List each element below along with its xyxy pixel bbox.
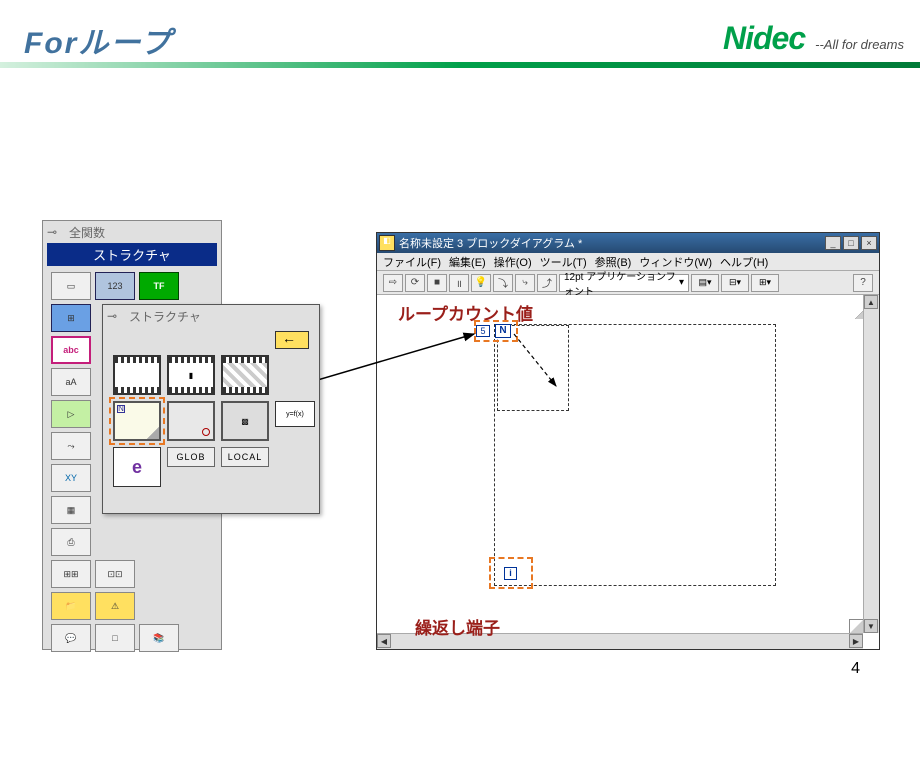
palette-item-timing[interactable]: ⤳ bbox=[51, 432, 91, 460]
palette-item-digital[interactable]: ⊡⊡ bbox=[95, 560, 135, 588]
palette-item-application[interactable]: ▦ bbox=[51, 496, 91, 524]
minimize-button[interactable]: _ bbox=[825, 236, 841, 250]
toolbar: ⇨ ⟳ ■ ॥ 💡 ⤵ ⤷ ⤴ 12pt アプリケーションフォント▾ ▤▾ ⊟▾… bbox=[377, 271, 879, 295]
pin-icon[interactable]: ⊸ bbox=[47, 225, 69, 239]
run-continuous-button[interactable]: ⟳ bbox=[405, 274, 425, 292]
help-button[interactable]: ? bbox=[853, 274, 873, 292]
step-out-button[interactable]: ⤴ bbox=[537, 274, 557, 292]
back-button[interactable] bbox=[275, 331, 309, 349]
scroll-up-button[interactable]: ▲ bbox=[864, 295, 878, 309]
brand-logo: Nidec --All for dreams bbox=[723, 20, 904, 57]
case-icon[interactable]: ▩ bbox=[221, 401, 269, 441]
while-loop-icon[interactable] bbox=[167, 401, 215, 441]
palette-item-string[interactable]: abc bbox=[51, 336, 91, 364]
vi-icon: ◧ bbox=[379, 235, 395, 251]
palette-item-structures[interactable]: ▭ bbox=[51, 272, 91, 300]
palette-item-warn[interactable]: ⚠ bbox=[95, 592, 135, 620]
stop-button[interactable]: ■ bbox=[427, 274, 447, 292]
palette-item-net[interactable]: ⊞⊞ bbox=[51, 560, 91, 588]
structures-subpalette[interactable]: ⊸ ストラクチャ ▮ N ▩ e GLOB LOCAL y=f(x) bbox=[102, 304, 320, 514]
pin-icon[interactable]: ⊸ bbox=[107, 309, 129, 323]
palette-empty bbox=[139, 528, 179, 556]
palette-item-io[interactable]: ⎙ bbox=[51, 528, 91, 556]
n-terminal[interactable]: N bbox=[495, 324, 511, 338]
scroll-down-button[interactable]: ▼ bbox=[864, 619, 878, 633]
flat-sequence-icon[interactable] bbox=[221, 355, 269, 395]
palette-empty bbox=[139, 592, 179, 620]
logo-text: Nidec bbox=[723, 20, 805, 57]
window-titlebar[interactable]: ◧ 名称未設定 3 ブロックダイアグラム * _ □ × bbox=[377, 233, 879, 253]
align-tool[interactable]: ▤▾ bbox=[691, 274, 719, 292]
local-button[interactable]: LOCAL bbox=[221, 447, 269, 467]
palette-item-blank[interactable]: □ bbox=[95, 624, 135, 652]
page-number: 4 bbox=[851, 660, 860, 678]
formula-node-icon[interactable]: y=f(x) bbox=[275, 401, 315, 427]
menu-help[interactable]: ヘルプ(H) bbox=[720, 254, 768, 270]
scroll-right-button[interactable]: ▶ bbox=[849, 634, 863, 648]
distribute-tool[interactable]: ⊟▾ bbox=[721, 274, 749, 292]
for-loop-icon[interactable]: N bbox=[113, 401, 161, 441]
stacked-sequence-icon[interactable]: ▮ bbox=[167, 355, 215, 395]
step-button[interactable]: ⤵ bbox=[493, 274, 513, 292]
subpalette-header-label: ストラクチャ bbox=[129, 308, 201, 325]
global-button[interactable]: GLOB bbox=[167, 447, 215, 467]
palette-empty bbox=[139, 560, 179, 588]
palette-item-numeric[interactable]: 123 bbox=[95, 272, 135, 300]
close-button[interactable]: × bbox=[861, 236, 877, 250]
palette-empty bbox=[95, 528, 135, 556]
palette-item-boolean[interactable]: TF bbox=[139, 272, 179, 300]
palette-item-library[interactable]: 📚 bbox=[139, 624, 179, 652]
palette-item-cluster[interactable]: ⊞ bbox=[51, 304, 91, 332]
vertical-scrollbar[interactable]: ▲ ▼ bbox=[863, 295, 879, 633]
pause-button[interactable]: ॥ bbox=[449, 274, 469, 292]
palette-item-file[interactable]: 📁 bbox=[51, 592, 91, 620]
reorder-tool[interactable]: ⊞▾ bbox=[751, 274, 779, 292]
maximize-button[interactable]: □ bbox=[843, 236, 859, 250]
numeric-constant[interactable]: 5 bbox=[476, 325, 490, 337]
scroll-left-button[interactable]: ◀ bbox=[377, 634, 391, 648]
sequence-icon[interactable] bbox=[113, 355, 161, 395]
palette-header-label: 全関数 bbox=[69, 224, 105, 241]
palette-item-array[interactable]: aA bbox=[51, 368, 91, 396]
repeat-terminal-label: 繰返し端子 bbox=[415, 614, 500, 639]
menu-edit[interactable]: 編集(E) bbox=[449, 254, 486, 270]
window-title: 名称未設定 3 ブロックダイアグラム * bbox=[399, 235, 825, 251]
i-terminal[interactable]: i bbox=[504, 567, 517, 580]
logo-tagline: --All for dreams bbox=[815, 37, 904, 52]
menu-file[interactable]: ファイル(F) bbox=[383, 254, 441, 270]
font-selector[interactable]: 12pt アプリケーションフォント▾ bbox=[559, 274, 689, 292]
palette-item-compare[interactable]: ▷ bbox=[51, 400, 91, 428]
palette-item-dialog[interactable]: 💬 bbox=[51, 624, 91, 652]
palette-category-label: ストラクチャ bbox=[47, 243, 217, 266]
palette-item-xy[interactable]: XY bbox=[51, 464, 91, 492]
canvas-fold-icon bbox=[849, 619, 863, 633]
highlight-button[interactable]: 💡 bbox=[471, 274, 491, 292]
step-over-button[interactable]: ⤷ bbox=[515, 274, 535, 292]
menu-operate[interactable]: 操作(O) bbox=[494, 254, 532, 270]
event-icon[interactable]: e bbox=[113, 447, 161, 487]
run-button[interactable]: ⇨ bbox=[383, 274, 403, 292]
